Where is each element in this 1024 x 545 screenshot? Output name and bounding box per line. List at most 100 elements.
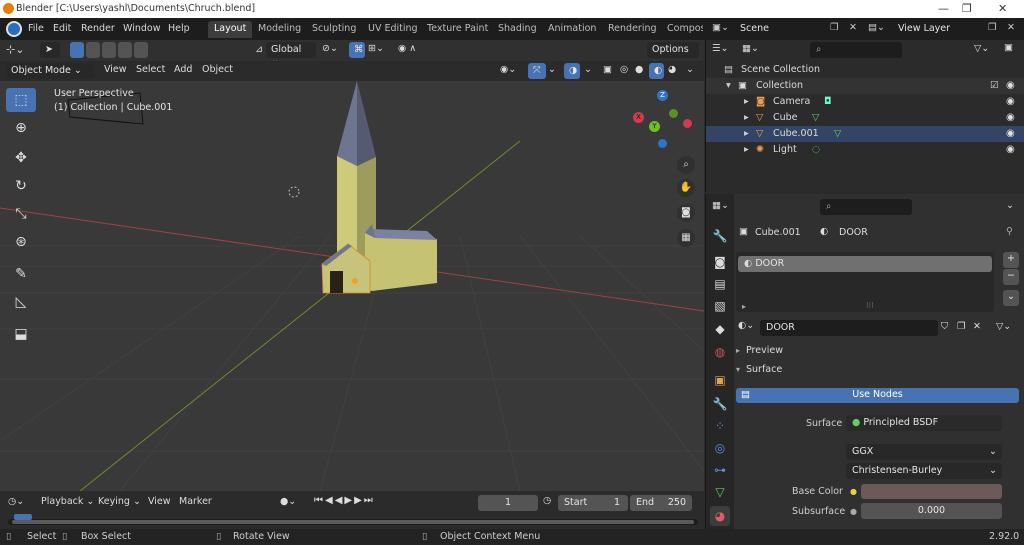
3d-viewport[interactable]: User Perspective (1) Collection | Cube.0… <box>0 61 704 491</box>
expand-arrow-icon[interactable]: ▸ <box>744 96 749 107</box>
timeline-scrollbar-thumb[interactable] <box>12 520 694 524</box>
outliner-row-cube-001[interactable]: ▸ ▽ Cube.001 ▽ ◉ <box>706 126 1024 142</box>
constraints-tab-icon[interactable]: ⊶ <box>710 460 730 480</box>
timeline-scrollbar[interactable] <box>8 519 698 525</box>
duplicate-material-icon[interactable]: ❐ <box>957 321 966 332</box>
playback-controls[interactable]: ⏮◀◀▶▶⏭ <box>314 495 375 506</box>
mode-new-icon[interactable] <box>70 42 84 58</box>
proportional-edit-icon[interactable]: ◉ ∧ <box>398 43 416 54</box>
minimize-button[interactable]: — <box>938 2 949 15</box>
outliner-editor-icon[interactable]: ☰⌄ <box>712 43 728 54</box>
filter-icon[interactable]: ▽⌄ <box>974 43 989 54</box>
tab-layout[interactable]: Layout <box>208 21 253 38</box>
gizmo-neg-y[interactable] <box>669 109 678 118</box>
outliner-row-camera[interactable]: ▸ ◙ Camera ◘ ◉ <box>706 94 1024 110</box>
collection-checkbox[interactable]: ☑ <box>990 80 999 91</box>
render-tab-icon[interactable]: ◙ <box>710 252 730 272</box>
world-tab-icon[interactable]: ◍ <box>710 342 730 362</box>
tab-shading[interactable]: Shading <box>492 21 543 38</box>
tab-sculpting[interactable]: Sculpting <box>306 21 362 38</box>
physics-tab-icon[interactable]: ◎ <box>710 438 730 458</box>
camera-view-icon[interactable]: ◙ <box>677 204 695 222</box>
snap-target-icon[interactable]: ⊞⌄ <box>368 43 384 54</box>
options-dropdown[interactable]: Options ⌄ <box>647 42 699 66</box>
shading-rendered-icon[interactable]: ◕ <box>668 64 676 75</box>
particles-tab-icon[interactable]: ⁘ <box>710 416 730 436</box>
mode-subtract-icon[interactable] <box>102 42 116 58</box>
view-layer-tab-icon[interactable]: ▧ <box>710 296 730 316</box>
delete-scene-icon[interactable]: ✕ <box>849 22 857 33</box>
object-mode-dropdown[interactable]: Object Mode ⌄ <box>6 63 94 79</box>
select-tool-icon[interactable]: ➤ <box>40 42 60 58</box>
shading-material-icon[interactable]: ◐ <box>649 63 664 79</box>
shading-solid-icon[interactable]: ● <box>635 64 643 75</box>
pan-hand-icon[interactable]: ✋ <box>677 179 695 197</box>
outliner-row-light[interactable]: ▸ ✺ Light ◌ ◉ <box>706 142 1024 158</box>
annotate-tool-icon[interactable]: ✎ <box>6 262 36 286</box>
measure-tool-icon[interactable]: ◺ <box>6 290 36 314</box>
expand-arrow-icon[interactable]: ▸ <box>744 144 749 155</box>
eye-icon[interactable]: ◉ <box>1006 80 1015 91</box>
playhead-indicator[interactable] <box>14 514 32 520</box>
distribution-dropdown[interactable]: GGX ⌄ <box>846 444 1002 460</box>
menu-file[interactable]: File <box>28 23 44 34</box>
overlay-toggle-icon[interactable]: ◑ <box>564 63 580 79</box>
material-slot-door[interactable]: ◐ DOOR <box>738 256 992 272</box>
link-type-icon[interactable]: ▽⌄ <box>996 321 1011 332</box>
browse-material-icon[interactable]: ◐⌄ <box>738 320 754 331</box>
menu-help[interactable]: Help <box>168 23 190 34</box>
tool-tab-icon[interactable]: 🔧 <box>710 226 730 246</box>
new-collection-icon[interactable]: ▣ <box>1004 42 1013 53</box>
modifier-tab-icon[interactable]: 🔧 <box>710 394 730 414</box>
slot-expand-icon[interactable]: ▸ <box>742 302 746 311</box>
transform-tool-icon[interactable]: ⊛ <box>6 230 36 254</box>
preview-panel-header[interactable]: Preview <box>746 345 783 356</box>
outliner-row-cube[interactable]: ▸ ▽ Cube ▽ ◉ <box>706 110 1024 126</box>
perspective-toggle-icon[interactable]: ▦ <box>677 229 695 247</box>
surface-shader-field[interactable]: ● Principled BSDF <box>846 415 1002 431</box>
mode-intersect-icon[interactable] <box>134 42 148 58</box>
gizmo-neg-z[interactable] <box>658 139 667 148</box>
tab-compositing[interactable]: Compos <box>661 21 703 38</box>
gizmo-z[interactable]: Z <box>657 90 668 101</box>
new-scene-icon[interactable]: ❐ <box>830 22 839 33</box>
properties-search-input[interactable]: ⌕ <box>820 199 912 215</box>
transform-orientation-dropdown[interactable]: Global ⌄ <box>266 42 316 66</box>
menu-object[interactable]: Object <box>202 64 233 75</box>
list-resize-handle[interactable]: ⁝⁝⁝ <box>866 301 874 310</box>
output-tab-icon[interactable]: ▤ <box>710 274 730 294</box>
outliner-row-scene-collection[interactable]: ▤ Scene Collection <box>706 62 1024 78</box>
subsurface-method-dropdown[interactable]: Christensen-Burley ⌄ <box>846 463 1002 479</box>
mode-extend-icon[interactable] <box>86 42 100 58</box>
scene-tab-icon[interactable]: ◆ <box>710 319 730 339</box>
expand-arrow-icon[interactable]: ▸ <box>744 128 749 139</box>
preview-collapse-icon[interactable]: ▸ <box>736 346 740 355</box>
gizmo-neg-x[interactable] <box>683 119 692 128</box>
eye-icon[interactable]: ◉ <box>1006 144 1015 155</box>
menu-add[interactable]: Add <box>174 64 192 75</box>
editor-type-icon[interactable]: ⊹⌄ <box>6 43 24 56</box>
view-layer-icon[interactable]: ▤⌄ <box>868 22 885 33</box>
scene-selector[interactable]: Scene <box>734 21 826 37</box>
visibility-icon[interactable]: ◉⌄ <box>500 64 516 75</box>
gizmo-y[interactable]: Y <box>649 121 660 132</box>
properties-editor-icon[interactable]: ▦⌄ <box>712 200 729 211</box>
rotate-tool-icon[interactable]: ↻ <box>6 174 36 198</box>
eye-icon[interactable]: ◉ <box>1006 128 1015 139</box>
menu-keying[interactable]: Keying ⌄ <box>98 496 141 507</box>
add-slot-button[interactable]: + <box>1003 252 1019 268</box>
tab-rendering[interactable]: Rendering <box>602 21 663 38</box>
material-name-field[interactable]: DOOR <box>760 320 938 336</box>
view-layer-selector[interactable]: View Layer <box>892 21 984 37</box>
eye-icon[interactable]: ◉ <box>1006 112 1015 123</box>
data-tab-icon[interactable]: ▽ <box>710 482 730 502</box>
eye-icon[interactable]: ◉ <box>1006 96 1015 107</box>
gizmo-x[interactable]: X <box>633 112 644 123</box>
cursor-tool-icon[interactable]: ⊕ <box>6 116 36 140</box>
tab-uv-editing[interactable]: UV Editing <box>362 21 424 38</box>
tab-animation[interactable]: Animation <box>542 21 602 38</box>
menu-render[interactable]: Render <box>81 23 115 34</box>
pin-icon[interactable]: ⚲ <box>1006 226 1013 237</box>
mode-invert-icon[interactable] <box>118 42 132 58</box>
menu-select[interactable]: Select <box>136 64 165 75</box>
